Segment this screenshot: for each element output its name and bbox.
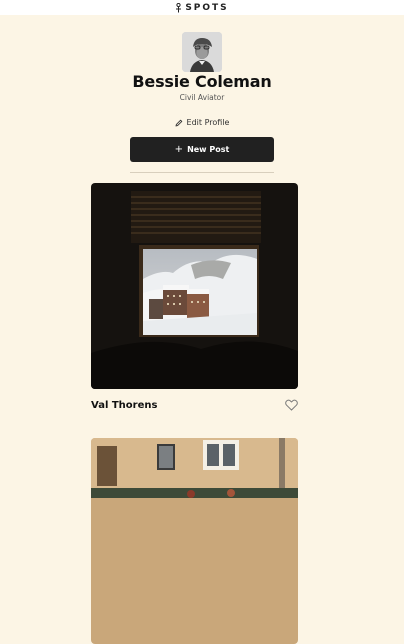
profile-name: Bessie Coleman — [132, 72, 272, 91]
profile-section: Bessie Coleman Civil Aviator Edit Profil… — [0, 32, 404, 173]
avatar-image — [182, 32, 222, 72]
logo[interactable]: SPOTS — [175, 2, 229, 13]
post-card — [91, 438, 298, 644]
edit-profile-label: Edit Profile — [186, 118, 230, 127]
edit-profile-button[interactable]: Edit Profile — [175, 118, 230, 128]
profile-divider — [130, 172, 274, 173]
avatar — [182, 32, 222, 72]
new-post-button[interactable]: + New Post — [130, 137, 274, 162]
post-image[interactable] — [91, 438, 298, 644]
post-title: Val Thorens — [91, 399, 158, 411]
new-post-label: New Post — [187, 145, 230, 154]
top-bar: SPOTS — [0, 0, 404, 15]
heart-icon[interactable] — [285, 399, 298, 411]
logo-text: SPOTS — [185, 2, 229, 13]
post-card: Val Thorens — [91, 183, 298, 413]
profile-role: Civil Aviator — [179, 93, 225, 102]
post-image[interactable] — [91, 183, 298, 389]
plus-icon: + — [174, 143, 184, 155]
spot-pin-icon — [176, 2, 182, 12]
post-footer: Val Thorens — [91, 397, 298, 413]
pencil-icon — [175, 119, 182, 127]
